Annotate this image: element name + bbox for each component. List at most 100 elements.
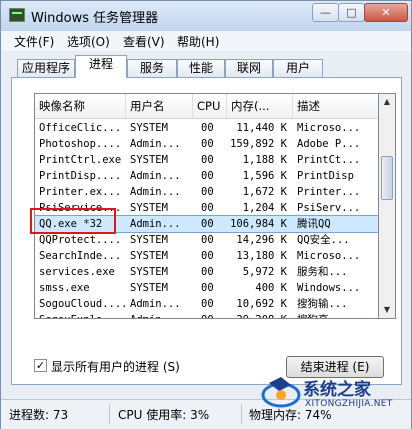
process-name-cell: SearchInde... <box>39 250 122 262</box>
close-button[interactable]: ✕ <box>364 3 408 22</box>
process-user-cell: Admin... <box>130 312 192 318</box>
process-user-cell: SYSTEM <box>130 266 168 278</box>
process-desc-cell: Windows... <box>297 282 361 294</box>
process-name-cell: PrintDisp.... <box>39 170 122 182</box>
watermark-logo-icon <box>261 377 301 408</box>
column-cpu[interactable]: CPU <box>193 94 227 118</box>
column-image-name[interactable]: 映像名称 <box>35 94 126 118</box>
process-cpu-cell: 00 <box>201 170 214 182</box>
process-user-cell: Admin... <box>130 170 181 182</box>
tab-processes[interactable]: 进程 <box>75 55 127 78</box>
menu-options[interactable]: 选项(O) <box>67 33 110 50</box>
process-row[interactable]: services.exe SYSTEM 00 5,972 K 服务和... <box>35 264 378 280</box>
process-desc-cell: Printer... <box>297 186 361 198</box>
process-user-cell: Admin... <box>130 218 181 230</box>
process-list-header: 映像名称 用户名 CPU 内存(... 描述 <box>35 94 378 119</box>
scroll-thumb[interactable] <box>381 156 393 200</box>
maximize-button[interactable]: □ <box>338 3 365 22</box>
process-cpu-cell: 00 <box>201 312 225 318</box>
vertical-scrollbar[interactable]: ▲ ▼ <box>379 93 396 319</box>
process-name-cell: Printer.ex... <box>39 186 122 198</box>
process-name-cell: Photoshop.... <box>39 138 122 150</box>
column-memory[interactable]: 内存(... <box>227 94 293 118</box>
process-mem-cell: 1,188 K <box>242 154 287 166</box>
process-mem-cell: 29,208 K <box>227 312 287 318</box>
process-mem-cell: 5,972 K <box>242 266 287 278</box>
status-cpu-usage: CPU 使用率: 3% <box>118 408 210 422</box>
process-user-cell: SYSTEM <box>130 122 168 134</box>
process-mem-cell: 159,892 K <box>230 138 287 150</box>
menu-file[interactable]: 文件(F) <box>14 33 54 50</box>
process-name-cell: SogouCloud.... <box>39 298 125 310</box>
window-title: Windows 任务管理器 <box>31 11 159 26</box>
show-all-users-checkbox[interactable]: ✓ <box>34 359 47 372</box>
process-row[interactable]: SogouCloud.... Admin... 00 10,692 K 搜狗输... <box>35 296 378 312</box>
process-row[interactable]: PrintDisp.... Admin... 00 1,596 K PrintDisp <box>35 168 378 184</box>
process-mem-cell: 14,296 K <box>236 234 287 246</box>
process-desc-cell: 搜狗输... <box>297 298 348 310</box>
tab-services[interactable]: 服务 <box>127 59 177 77</box>
watermark-text: 系统之家 <box>303 380 371 400</box>
show-all-users-label[interactable]: 显示所有用户的进程 (S) <box>51 358 180 375</box>
menu-view[interactable]: 查看(V) <box>123 33 165 50</box>
process-name-cell: SogouExplo... <box>39 312 125 318</box>
process-mem-cell: 13,180 K <box>236 250 287 262</box>
process-mem-cell: 106,984 K <box>230 218 287 230</box>
process-row[interactable]: QQProtect.... SYSTEM 00 14,296 K QQ安全... <box>35 232 378 248</box>
process-desc-cell: Microso... <box>297 122 361 134</box>
task-manager-app-icon <box>9 8 25 22</box>
process-user-cell: SYSTEM <box>130 234 168 246</box>
process-user-cell: Admin... <box>130 298 181 310</box>
process-desc-cell: PsiServ... <box>297 202 361 214</box>
watermark-url: XITONGZHIJIA.NET <box>305 399 393 409</box>
process-name-cell: services.exe <box>39 266 115 278</box>
tab-performance[interactable]: 性能 <box>177 59 225 77</box>
site-watermark: 系统之家 XITONGZHIJIA.NET <box>259 371 411 427</box>
process-cpu-cell: 00 <box>201 218 214 230</box>
menu-help[interactable]: 帮助(H) <box>177 33 219 50</box>
process-cpu-cell: 00 <box>201 250 214 262</box>
process-mem-cell: 1,204 K <box>242 202 287 214</box>
process-desc-cell: PrintDisp <box>297 170 354 182</box>
scroll-up-arrow-icon[interactable]: ▲ <box>379 94 395 110</box>
tab-applications[interactable]: 应用程序 <box>17 59 75 77</box>
process-cpu-cell: 00 <box>201 202 214 214</box>
process-mem-cell: 1,672 K <box>242 186 287 198</box>
process-cpu-cell: 00 <box>201 186 214 198</box>
process-row[interactable]: smss.exe SYSTEM 00 400 K Windows... <box>35 280 378 296</box>
column-user-name[interactable]: 用户名 <box>126 94 193 118</box>
process-cpu-cell: 00 <box>201 154 214 166</box>
column-description[interactable]: 描述 <box>293 94 378 118</box>
process-name-cell: smss.exe <box>39 282 90 294</box>
process-user-cell: SYSTEM <box>130 202 168 214</box>
process-desc-cell: 搜狗高... <box>297 312 378 318</box>
process-row[interactable]: Printer.ex... Admin... 00 1,672 K Printer... <box>35 184 378 200</box>
tab-users[interactable]: 用户 <box>273 59 323 77</box>
tab-networking[interactable]: 联网 <box>225 59 273 77</box>
process-desc-cell: 腾讯QQ <box>297 218 331 230</box>
process-desc-cell: Adobe P... <box>297 138 361 150</box>
process-row[interactable]: OfficeClic... SYSTEM 00 11,440 K Microso... <box>35 120 378 136</box>
minimize-button[interactable]: — <box>312 3 339 22</box>
process-cpu-cell: 00 <box>201 266 214 278</box>
process-desc-cell: Microso... <box>297 250 361 262</box>
menu-bar: 文件(F) 选项(O) 查看(V) 帮助(H) <box>1 31 411 51</box>
process-row[interactable]: SogouExplo... Admin... 0029,208 K 搜狗高... <box>35 312 378 318</box>
status-process-count: 进程数: 73 <box>9 408 69 422</box>
tab-strip: 应用程序 进程 服务 性能 联网 用户 <box>1 55 411 78</box>
title-bar[interactable]: Windows 任务管理器 — □ ✕ <box>1 1 411 31</box>
process-row[interactable]: PrintCtrl.exe SYSTEM 00 1,188 K PrintCt... <box>35 152 378 168</box>
process-list[interactable]: 映像名称 用户名 CPU 内存(... 描述 OfficeClic... SYST… <box>34 93 379 319</box>
process-desc-cell: QQ安全... <box>297 234 350 246</box>
red-highlight-box <box>30 208 116 234</box>
process-row[interactable]: SearchInde... SYSTEM 00 13,180 K Microso... <box>35 248 378 264</box>
process-row[interactable]: Photoshop.... Admin... 00 159,892 K Adobe P.… <box>35 136 378 152</box>
process-cpu-cell: 00 <box>201 298 214 310</box>
process-cpu-cell: 00 <box>201 122 214 134</box>
process-user-cell: SYSTEM <box>130 154 168 166</box>
status-separator <box>109 404 110 424</box>
process-cpu-cell: 00 <box>201 282 214 294</box>
process-mem-cell: 1,596 K <box>242 170 287 182</box>
process-desc-cell: 服务和... <box>297 266 348 278</box>
scroll-down-arrow-icon[interactable]: ▼ <box>379 302 395 318</box>
